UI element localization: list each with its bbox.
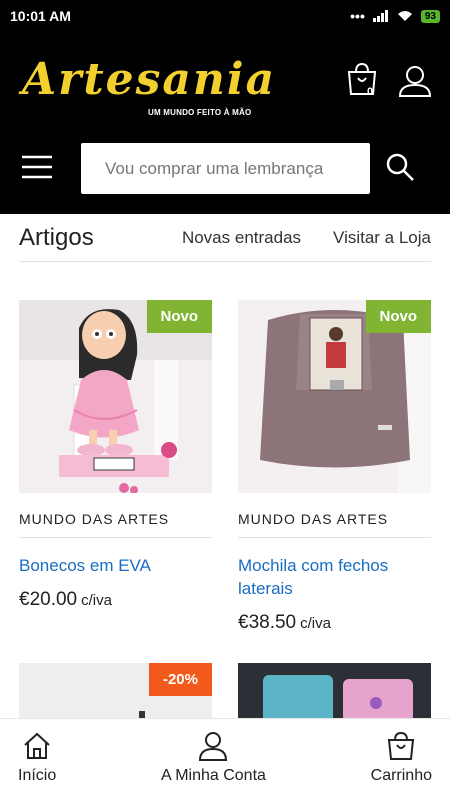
product-image[interactable]: Novo [19, 300, 212, 493]
product-card[interactable]: -20% [19, 663, 212, 723]
menu-icon[interactable] [20, 150, 54, 184]
dots-icon: ••• [350, 8, 365, 24]
product-title[interactable]: Mochila com fechos laterais [238, 554, 431, 600]
product-badge: Novo [365, 300, 431, 333]
product-image[interactable]: Novo [238, 300, 431, 493]
product-image[interactable]: -20% [19, 663, 212, 723]
product-card[interactable]: Novo MUNDO DAS ARTES Bonecos em EVA €20.… [19, 300, 212, 611]
nav-label: Início [18, 767, 57, 784]
product-image[interactable] [238, 663, 431, 723]
bottom-navigation: Início A Minha Conta Carrinho [0, 718, 450, 800]
tab-visitar-loja[interactable]: Visitar a Loja [333, 228, 431, 248]
product-vendor[interactable]: MUNDO DAS ARTES [19, 511, 212, 538]
search-input[interactable] [105, 158, 346, 179]
home-icon [24, 732, 50, 759]
purse-photo [238, 663, 431, 723]
tab-artigos[interactable]: Artigos [19, 224, 94, 252]
product-card[interactable]: Novo MUNDO DAS ARTES Mochila com fechos … [238, 300, 431, 634]
search-icon[interactable] [385, 152, 415, 182]
cart-icon [388, 731, 415, 760]
product-vendor[interactable]: MUNDO DAS ARTES [238, 511, 431, 538]
search-box[interactable] [81, 143, 370, 194]
wifi-icon [397, 11, 412, 21]
sale-badge: -20% [148, 663, 212, 696]
price-value: €20.00 [19, 589, 78, 610]
nav-label: A Minha Conta [160, 767, 266, 784]
account-icon[interactable] [398, 64, 432, 98]
status-icons: ••• 93 [350, 8, 440, 24]
product-card[interactable] [238, 663, 431, 723]
user-icon [199, 732, 228, 761]
status-time: 10:01 AM [10, 8, 71, 24]
app-logo[interactable]: Artesania [22, 54, 276, 105]
status-bar: 10:01 AM ••• 93 [0, 0, 450, 32]
product-title[interactable]: Bonecos em EVA [19, 554, 212, 577]
product-badge: Novo [146, 300, 212, 333]
cart-icon[interactable] [346, 62, 380, 98]
nav-minha-conta[interactable]: A Minha Conta [161, 719, 266, 800]
product-price: €38.50 c/iva [238, 612, 431, 634]
tab-novas-entradas[interactable]: Novas entradas [182, 228, 301, 248]
price-suffix: c/iva [81, 592, 112, 609]
product-price: €20.00 c/iva [19, 589, 212, 611]
app-header: Artesania UM MUNDO FEITO À MÃO 0 [0, 32, 450, 214]
signal-icon [372, 10, 388, 22]
price-suffix: c/iva [300, 615, 331, 632]
nav-carrinho[interactable]: Carrinho [371, 719, 432, 800]
nav-inicio[interactable]: Início [18, 719, 56, 800]
section-tabs: Artigos Novas entradas Visitar a Loja [19, 214, 431, 262]
cart-count: 0 [367, 86, 374, 98]
nav-label: Carrinho [370, 767, 432, 784]
logo-tagline: UM MUNDO FEITO À MÃO [148, 108, 252, 117]
battery-indicator: 93 [420, 9, 440, 23]
price-value: €38.50 [238, 612, 297, 633]
